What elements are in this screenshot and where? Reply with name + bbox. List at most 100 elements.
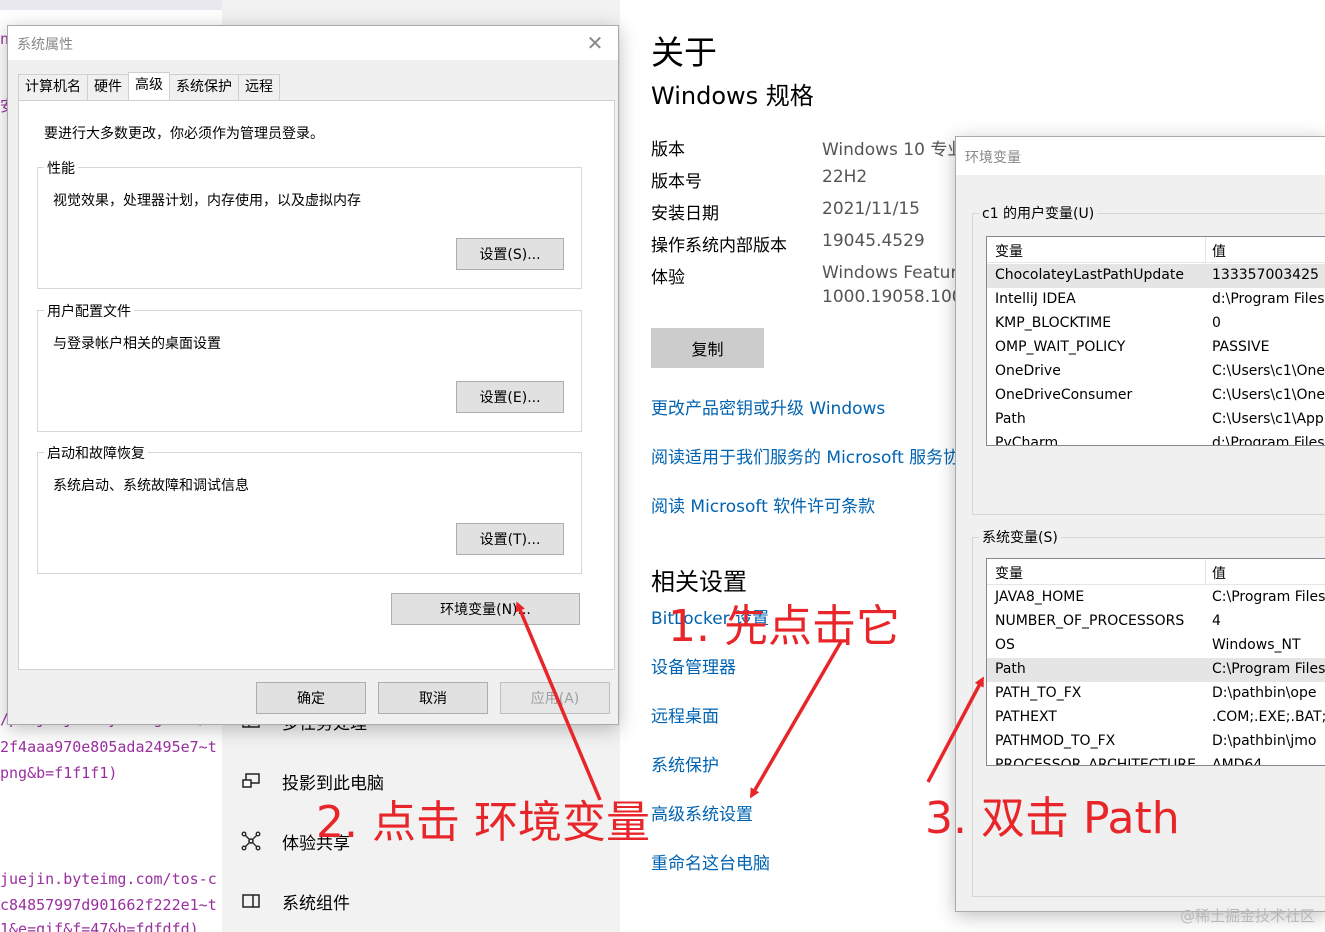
services-agreement-link[interactable]: 阅读适用于我们服务的 Microsoft 服务协 — [651, 443, 960, 468]
nav-item-label: 系统组件 — [282, 893, 350, 914]
copy-button[interactable]: 复制 — [651, 328, 764, 368]
dialog-titlebar: 环境变量 — [956, 137, 1325, 175]
share-experience-icon — [240, 830, 262, 852]
env-var-row[interactable]: PyCharm d:\Program Files — [987, 432, 1325, 446]
performance-group: 性能 视觉效果，处理器计划，内存使用，以及虚拟内存 设置(S)... — [37, 158, 582, 289]
system-variables-list[interactable]: 变量 值 JAVA8_HOME C:\Program Files NUMBER_OF… — [986, 558, 1325, 766]
group-label: 用户配置文件 — [44, 301, 134, 321]
system-components-icon — [240, 890, 262, 912]
license-terms-link[interactable]: 阅读 Microsoft 软件许可条款 — [651, 492, 875, 517]
column-header-variable[interactable]: 变量 — [995, 241, 1023, 261]
device-manager-link[interactable]: 设备管理器 — [651, 653, 736, 678]
watermark: @稀土掘金技术社区 — [1179, 907, 1315, 925]
user-profile-group: 用户配置文件 与登录帐户相关的桌面设置 设置(E)... — [37, 301, 582, 432]
env-var-value: 133357003425 — [1212, 267, 1319, 283]
env-var-name: PATHMOD_TO_FX — [995, 733, 1116, 749]
env-var-value: 0 — [1212, 315, 1221, 331]
apply-button[interactable]: 应用(A) — [500, 682, 610, 714]
rename-pc-link[interactable]: 重命名这台电脑 — [651, 849, 770, 874]
user-profile-settings-button[interactable]: 设置(E)... — [456, 381, 564, 413]
admin-note: 要进行大多数更改，你必须作为管理员登录。 — [44, 126, 324, 142]
projector-icon — [240, 770, 262, 792]
env-var-value: PASSIVE — [1212, 339, 1270, 355]
env-var-row[interactable]: OS Windows_NT — [987, 634, 1325, 658]
windows-spec-heading: Windows 规格 — [651, 82, 814, 110]
tab-system-protection[interactable]: 系统保护 — [169, 74, 239, 100]
env-var-name: JAVA8_HOME — [995, 589, 1085, 605]
spec-value: 2021/11/15 — [822, 199, 920, 219]
environment-variables-button[interactable]: 环境变量(N)... — [391, 593, 580, 625]
change-product-key-link[interactable]: 更改产品密钥或升级 Windows — [651, 394, 885, 419]
user-variables-list[interactable]: 变量 值 ChocolateyLastPathUpdate 13335700342… — [986, 236, 1325, 446]
env-var-row[interactable]: ChocolateyLastPathUpdate 133357003425 — [987, 264, 1325, 288]
nav-item-system-components[interactable]: 系统组件 — [240, 886, 350, 916]
env-var-value: 4 — [1212, 613, 1221, 629]
spec-label: 版本号 — [651, 172, 702, 192]
system-properties-dialog: 系统属性 ✕ 计算机名 硬件 高级 系统保护 远程 要进行大多数更改，你必须作为… — [7, 25, 619, 725]
env-var-value: C:\Users\c1\One — [1212, 387, 1325, 403]
env-var-row[interactable]: OneDrive C:\Users\c1\One — [987, 360, 1325, 384]
code-line: 2f4aaa970e805ada2495e7~t — [0, 738, 217, 756]
env-var-name: Path — [995, 661, 1026, 677]
env-var-row[interactable]: JAVA8_HOME C:\Program Files — [987, 586, 1325, 610]
tab-remote[interactable]: 远程 — [238, 74, 280, 100]
dialog-title: 环境变量 — [965, 150, 1021, 166]
env-var-value: C:\Users\c1\One — [1212, 363, 1325, 379]
env-var-row[interactable]: PATHMOD_TO_FX D:\pathbin\jmo — [987, 730, 1325, 754]
advanced-tab-panel: 要进行大多数更改，你必须作为管理员登录。 性能 视觉效果，处理器计划，内存使用，… — [18, 100, 615, 670]
env-var-row[interactable]: OMP_WAIT_POLICY PASSIVE — [987, 336, 1325, 360]
env-var-row[interactable]: PROCESSOR_ARCHITECTURE AMD64 — [987, 754, 1325, 766]
env-var-row[interactable]: Path C:\Users\c1\App — [987, 408, 1325, 432]
env-var-row[interactable]: OneDriveConsumer C:\Users\c1\One — [987, 384, 1325, 408]
list-header: 变量 值 — [987, 559, 1325, 585]
env-var-name: PATHEXT — [995, 709, 1057, 725]
env-var-value: C:\Program Files — [1212, 589, 1325, 605]
advanced-system-settings-link[interactable]: 高级系统设置 — [651, 800, 753, 825]
env-var-value: d:\Program Files — [1212, 291, 1325, 307]
env-var-name: PyCharm — [995, 435, 1059, 446]
tab-advanced[interactable]: 高级 — [128, 72, 170, 100]
env-var-name: NUMBER_OF_PROCESSORS — [995, 613, 1185, 629]
env-var-value: Windows_NT — [1212, 637, 1301, 653]
code-line: png&b=f1f1f1) — [0, 764, 118, 782]
column-header-value[interactable]: 值 — [1212, 241, 1226, 261]
env-var-row[interactable]: IntelliJ IDEA d:\Program Files — [987, 288, 1325, 312]
list-header: 变量 值 — [987, 237, 1325, 263]
dialog-title: 系统属性 — [17, 37, 73, 53]
env-var-name: PROCESSOR_ARCHITECTURE — [995, 757, 1196, 766]
startup-recovery-settings-button[interactable]: 设置(T)... — [456, 523, 564, 555]
column-header-value[interactable]: 值 — [1212, 563, 1226, 583]
cancel-button[interactable]: 取消 — [378, 682, 488, 714]
tab-computer-name[interactable]: 计算机名 — [18, 74, 88, 100]
column-divider — [1205, 559, 1206, 585]
editor-tab-strip — [0, 0, 222, 10]
annotation-step1: 1. 先点击它 — [668, 601, 900, 652]
env-var-row[interactable]: Path C:\Program Files — [987, 658, 1325, 682]
tab-hardware[interactable]: 硬件 — [87, 74, 129, 100]
code-line: juejin.byteimg.com/tos-c — [0, 870, 217, 888]
env-var-value: AMD64 — [1212, 757, 1263, 766]
env-var-row[interactable]: KMP_BLOCKTIME 0 — [987, 312, 1325, 336]
env-var-value: .COM;.EXE;.BAT; — [1212, 709, 1325, 725]
group-description: 与登录帐户相关的桌面设置 — [53, 336, 221, 352]
group-label: 启动和故障恢复 — [44, 443, 148, 463]
code-line: 1&e=gif&f=47&b=fdfdfd) — [0, 920, 199, 932]
env-var-row[interactable]: NUMBER_OF_PROCESSORS 4 — [987, 610, 1325, 634]
close-icon[interactable]: ✕ — [584, 32, 606, 54]
column-header-variable[interactable]: 变量 — [995, 563, 1023, 583]
ok-button[interactable]: 确定 — [256, 682, 366, 714]
annotation-step2: 2. 点击 环境变量 — [316, 797, 650, 848]
env-var-value: C:\Program Files — [1212, 661, 1325, 677]
group-description: 系统启动、系统故障和调试信息 — [53, 478, 249, 494]
remote-desktop-link[interactable]: 远程桌面 — [651, 702, 719, 727]
spec-value: Windows 10 专业 — [822, 140, 965, 160]
env-var-row[interactable]: PATH_TO_FX D:\pathbin\ope — [987, 682, 1325, 706]
column-divider — [1205, 237, 1206, 263]
performance-settings-button[interactable]: 设置(S)... — [456, 238, 564, 270]
env-var-value: D:\pathbin\jmo — [1212, 733, 1317, 749]
env-var-value: d:\Program Files — [1212, 435, 1325, 446]
env-var-row[interactable]: PATHEXT .COM;.EXE;.BAT; — [987, 706, 1325, 730]
env-var-value: D:\pathbin\ope — [1212, 685, 1317, 701]
page-title: 关于 — [651, 33, 717, 72]
system-protection-link[interactable]: 系统保护 — [651, 751, 719, 776]
